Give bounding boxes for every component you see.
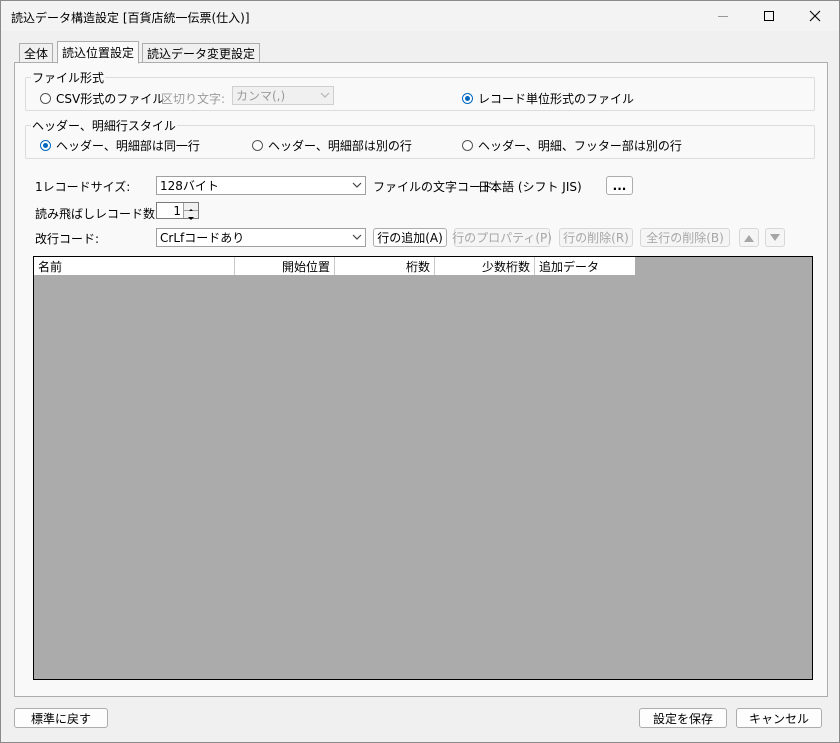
record-format-label: レコード単位形式のファイル <box>478 92 635 106</box>
header-same-row-label: ヘッダー、明細部は同一行 <box>56 139 200 153</box>
minimize-button[interactable] <box>700 1 746 30</box>
close-icon <box>809 10 821 21</box>
newline-label: 改行コード: <box>35 232 100 246</box>
csv-format-radio[interactable]: CSV形式のファイル <box>40 90 164 107</box>
column-header-extra[interactable]: 追加データ <box>535 257 635 275</box>
field-grid[interactable]: 名前 開始位置 桁数 少数桁数 追加データ <box>33 256 813 680</box>
newline-select[interactable]: CrLfコードあり <box>156 228 366 247</box>
tab-read-position[interactable]: 読込位置設定 <box>57 41 140 64</box>
row-properties-label: 行のプロパティ(P) <box>452 231 552 245</box>
skip-records-value: 1 <box>173 204 181 218</box>
reset-default-button[interactable]: 標準に戻す <box>14 708 108 728</box>
close-button[interactable] <box>792 1 838 30</box>
header-footer-separate-radio[interactable]: ヘッダー、明細、フッター部は別の行 <box>462 137 682 154</box>
tab-data-change[interactable]: 読込データ変更設定 <box>142 43 261 63</box>
skip-records-stepper[interactable]: 1 <box>156 202 199 220</box>
record-size-value: 128バイト <box>160 179 219 193</box>
column-header-start-label: 開始位置 <box>281 259 330 274</box>
charset-value: 日本語 (シフト JIS) <box>478 180 582 194</box>
record-size-label: 1レコードサイズ: <box>35 180 131 194</box>
delimiter-select[interactable]: カンマ(,) <box>232 86 334 105</box>
maximize-icon <box>764 10 774 21</box>
delimiter-label: 区切り文字: <box>161 92 226 106</box>
file-format-legend: ファイル形式 <box>31 69 106 86</box>
chevron-down-icon <box>352 234 362 240</box>
tab-general[interactable]: 全体 <box>19 43 54 63</box>
newline-value: CrLfコードあり <box>160 231 245 245</box>
save-settings-button[interactable]: 設定を保存 <box>639 708 727 728</box>
header-same-row-radio[interactable]: ヘッダー、明細部は同一行 <box>40 137 200 154</box>
maximize-button[interactable] <box>746 1 792 30</box>
delete-all-rows-button[interactable]: 全行の削除(B) <box>640 228 730 247</box>
header-footer-separate-label: ヘッダー、明細、フッター部は別の行 <box>478 139 682 153</box>
row-properties-button[interactable]: 行のプロパティ(P) <box>452 228 552 247</box>
radio-indicator <box>40 93 51 104</box>
skip-records-label: 読み飛ばしレコード数: <box>35 207 160 221</box>
delimiter-value: カンマ(,) <box>236 89 286 103</box>
triangle-down-icon <box>188 217 194 220</box>
column-header-name-label: 名前 <box>38 259 63 274</box>
column-header-decimal[interactable]: 少数桁数 <box>435 257 535 275</box>
charset-button[interactable]: ... <box>606 176 633 195</box>
delete-all-rows-label: 全行の削除(B) <box>646 231 724 245</box>
radio-indicator <box>462 140 473 151</box>
cancel-button[interactable]: キャンセル <box>736 708 822 728</box>
add-row-label: 行の追加(A) <box>377 231 443 245</box>
column-header-start[interactable]: 開始位置 <box>235 257 335 275</box>
delete-row-button[interactable]: 行の削除(R) <box>559 228 633 247</box>
column-header-digits[interactable]: 桁数 <box>335 257 435 275</box>
tab-read-position-label: 読込位置設定 <box>62 46 135 60</box>
radio-indicator-selected <box>462 93 473 104</box>
triangle-up-icon <box>744 234 754 242</box>
radio-indicator-selected <box>40 140 51 151</box>
csv-format-label: CSV形式のファイル <box>56 92 165 106</box>
minimize-icon <box>718 15 728 17</box>
move-down-button[interactable] <box>765 228 785 247</box>
tab-data-change-label: 読込データ変更設定 <box>147 47 256 61</box>
stepper-down-button[interactable] <box>183 211 198 220</box>
chevron-down-icon <box>352 182 362 188</box>
reset-default-label: 標準に戻す <box>30 711 91 726</box>
column-header-digits-label: 桁数 <box>405 259 430 274</box>
header-style-legend: ヘッダー、明細行スタイル <box>31 117 177 134</box>
add-row-button[interactable]: 行の追加(A) <box>373 228 447 247</box>
move-up-button[interactable] <box>739 228 759 247</box>
stepper-up-button[interactable] <box>183 203 198 212</box>
column-header-name[interactable]: 名前 <box>34 257 235 275</box>
cancel-label: キャンセル <box>748 711 809 726</box>
column-header-decimal-label: 少数桁数 <box>481 259 530 274</box>
delete-row-label: 行の削除(R) <box>563 231 629 245</box>
chevron-down-icon <box>320 92 330 98</box>
header-separate-row-label: ヘッダー、明細部は別の行 <box>268 139 412 153</box>
header-separate-row-radio[interactable]: ヘッダー、明細部は別の行 <box>252 137 412 154</box>
triangle-down-icon <box>770 233 780 241</box>
record-size-select[interactable]: 128バイト <box>156 176 366 195</box>
save-settings-label: 設定を保存 <box>652 711 713 726</box>
record-format-radio[interactable]: レコード単位形式のファイル <box>462 90 634 107</box>
window-title: 読込データ構造設定 [百貨店統一伝票(仕入)] <box>11 11 250 25</box>
tab-general-label: 全体 <box>24 47 49 61</box>
column-header-extra-label: 追加データ <box>539 259 600 274</box>
more-icon: ... <box>612 178 627 193</box>
radio-indicator <box>252 140 263 151</box>
